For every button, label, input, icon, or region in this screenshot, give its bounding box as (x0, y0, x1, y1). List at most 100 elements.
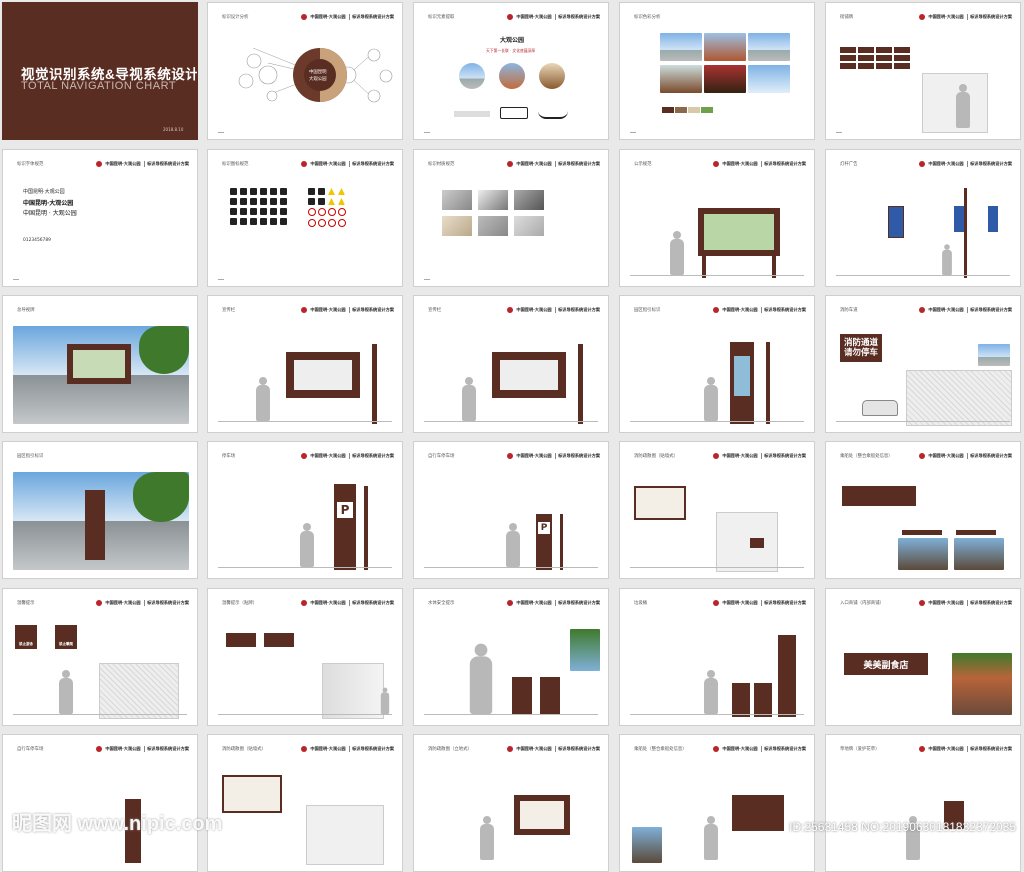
logo-icon (301, 746, 308, 752)
page-lamp-banner[interactable]: 灯杆广告 中国昆明·大观公园 标识导视系统设计方案 (825, 149, 1021, 287)
page-element-extract[interactable]: 标识元素提取 中国昆明·大观公园 标识导视系统设计方案 大观公园 天下第一长联 ·… (413, 2, 609, 140)
page-warning-notice[interactable]: 温馨提示 中国昆明·大观公园 标识导视系统设计方案 禁止游泳 禁止攀爬 (2, 588, 198, 726)
page-lawn-sign[interactable]: 草地牌（爱护花草） 中国昆明·大观公园 标识导视系统设计方案 (825, 734, 1021, 872)
header-project: 中国昆明·大观公园 (310, 746, 346, 751)
header-doc: 标识导视系统设计方案 (352, 161, 394, 166)
page-boat-dock-2[interactable]: 乘船处（整合乘船处信息） 中国昆明·大观公园 标识导视系统设计方案 (619, 734, 815, 872)
page-title: 乘船处（整合乘船处信息） (840, 454, 893, 459)
page-bike-parking[interactable]: 自行车停车场 中国昆明·大观公园 标识导视系统设计方案 P (413, 441, 609, 579)
person-silhouette (942, 244, 952, 275)
boat-photo (539, 63, 565, 89)
header-project: 中国昆明·大观公园 (928, 746, 964, 751)
analysis-diagram (238, 47, 393, 103)
material-swatches (442, 190, 544, 236)
page-title: 消防疏散图（立地式） (428, 747, 472, 752)
page-parking[interactable]: 停车场 中国昆明·大观公园 标识导视系统设计方案 P (207, 441, 403, 579)
page-boat-dock[interactable]: 乘船处（整合乘船处信息） 中国昆明·大观公园 标识导视系统设计方案 (825, 441, 1021, 579)
person-silhouette (256, 377, 270, 421)
page-color-analysis[interactable]: 标识色彩分析 (619, 2, 815, 140)
guide-totem-panel (734, 356, 750, 396)
page-header: 中国昆明·大观公园 标识导视系统设计方案 (301, 161, 394, 167)
logo-icon (713, 453, 720, 459)
page-park-guide[interactable]: 园区指引标识 中国昆明·大观公园 标识导视系统设计方案 (619, 295, 815, 433)
pictogram-grid (230, 188, 287, 225)
header-doc: 标识导视系统设计方案 (558, 453, 600, 458)
warning-sign-1: 禁止游泳 (15, 625, 37, 649)
dock-sign (842, 486, 916, 506)
fire-lane-line-1: 消防通道 (843, 338, 878, 348)
page-fire-evac-wall[interactable]: 消防疏散图（贴墙式） 中国昆明·大观公园 标识导视系统设计方案 (619, 441, 815, 579)
logo-icon (919, 14, 926, 20)
page-bulletin-board-2[interactable]: 宣传栏 中国昆明·大观公园 标识导视系统设计方案 (413, 295, 609, 433)
page-font-spec[interactable]: 标识字体规范 中国昆明·大观公园 标识导视系统设计方案 中国昆明·大观公园 中国昆… (2, 149, 198, 287)
page-trash-bin[interactable]: 垃圾桶 中国昆明·大观公园 标识导视系统设计方案 (619, 588, 815, 726)
header-project: 中国昆明·大观公园 (516, 14, 552, 19)
header-doc: 标识导视系统设计方案 (558, 746, 600, 751)
water-sign-2 (540, 677, 560, 715)
banner-2 (954, 206, 964, 232)
bike-p-sign: P (538, 522, 550, 534)
pavilion-photo (499, 63, 525, 89)
page-header: 中国昆明·大观公园 标识导视系统设计方案 (301, 307, 394, 313)
page-title: 宣传栏 (428, 308, 442, 313)
header-doc: 标识导视系统设计方案 (352, 453, 394, 458)
page-title: 水体安全提示 (428, 601, 455, 606)
logo-icon (713, 307, 720, 313)
extract-swatch-1 (454, 111, 490, 117)
page-water-safety[interactable]: 水体安全提示 中国昆明·大观公园 标识导视系统设计方案 (413, 588, 609, 726)
header-doc: 标识导视系统设计方案 (970, 746, 1012, 751)
page-header: 中国昆明·大观公园 标识导视系统设计方案 (507, 307, 600, 313)
evac-wall-sign (750, 538, 764, 548)
page-title: 消防疏散图（贴墙式） (222, 747, 266, 752)
page-shop-sign[interactable]: 街铺牌 中国昆明·大观公园 标识导视系统设计方案 (825, 2, 1021, 140)
page-title: 乘船处（整合乘船处信息） (634, 747, 687, 752)
warning-sign-1-label: 禁止游泳 (19, 642, 33, 646)
page-header: 中国昆明·大观公园 标识导视系统设计方案 (301, 600, 394, 606)
person-silhouette (506, 523, 520, 567)
person-silhouette (956, 84, 970, 128)
logo-icon (713, 746, 720, 752)
bulletin-post (578, 344, 583, 424)
trash-bin-3 (778, 635, 796, 717)
page-title: 自行车停车场 (17, 747, 44, 752)
page-title: 灯杆广告 (840, 162, 858, 167)
page-bulletin-board[interactable]: 宣传栏 中国昆明·大观公园 标识导视系统设计方案 (207, 295, 403, 433)
page-main-directory-render[interactable]: 总导视牌 (2, 295, 198, 433)
page-header: 中国昆明·大观公园 标识导视系统设计方案 (713, 600, 806, 606)
logo-icon (301, 453, 308, 459)
person-silhouette (704, 816, 718, 860)
page-material-spec[interactable]: 标识材质规范 中国昆明·大观公园 标识导视系统设计方案 (413, 149, 609, 287)
page-bike-parking-2[interactable]: 自行车停车场 中国昆明·大观公园 标识导视系统设计方案 (2, 734, 198, 872)
page-warning-plate[interactable]: 温馨提示（贴牌） 中国昆明·大观公园 标识导视系统设计方案 (207, 588, 403, 726)
park-name: 大观公园 (500, 37, 525, 44)
page-notice-board[interactable]: 公示规范 中国昆明·大观公园 标识导视系统设计方案 (619, 149, 815, 287)
banner-1 (888, 206, 904, 238)
header-project: 中国昆明·大观公园 (722, 746, 758, 751)
evac-stand-map (520, 801, 564, 829)
dock-photo (632, 827, 662, 863)
restaurant-photo (952, 653, 1012, 715)
page-fire-lane[interactable]: 消防车道 中国昆明·大观公园 标识导视系统设计方案 消防通道 请勿停车 (825, 295, 1021, 433)
page-icon-spec[interactable]: 标识图标规范 中国昆明·大观公园 标识导视系统设计方案 (207, 149, 403, 287)
page-entrance-shop[interactable]: 入口商铺（内部商铺） 中国昆明·大观公园 标识导视系统设计方案 美美副食店 (825, 588, 1021, 726)
page-header: 中国昆明·大观公园 标识导视系统设计方案 (507, 14, 600, 20)
logo-icon (919, 161, 926, 167)
park-tagline: 天下第一长联 · 文化底蕴深厚 (486, 48, 536, 53)
logo-icon (301, 307, 308, 313)
page-design-analysis[interactable]: 标识设计分析 中国昆明·大观公园 标识导视系统设计方案 中国昆明 大观公园 (207, 2, 403, 140)
bulletin-post (372, 344, 377, 424)
page-title: 宣传栏 (222, 308, 236, 313)
plate-wall (322, 663, 384, 719)
page-header: 中国昆明·大观公园 标识导视系统设计方案 (713, 453, 806, 459)
header-project: 中国昆明·大观公园 (310, 161, 346, 166)
logo-icon (713, 161, 720, 167)
cover-page[interactable]: 视觉识别系统&导视系统设计 TOTAL NAVIGATION CHART 201… (2, 2, 198, 140)
evac-wall (716, 512, 778, 572)
page-fire-evac-wall-2[interactable]: 消防疏散图（贴墙式） 中国昆明·大观公园 标识导视系统设计方案 (207, 734, 403, 872)
page-park-guide-render[interactable]: 园区指引标识 (2, 441, 198, 579)
water-sign-photo (570, 629, 600, 671)
trash-bin-2 (754, 683, 772, 717)
page-fire-evac-stand[interactable]: 消防疏散图（立地式） 中国昆明·大观公园 标识导视系统设计方案 (413, 734, 609, 872)
nipic-id-watermark: ID:25631458 NO:20190630181832372035 (789, 820, 1016, 834)
page-header: 中国昆明·大观公园 标识导视系统设计方案 (713, 746, 806, 752)
